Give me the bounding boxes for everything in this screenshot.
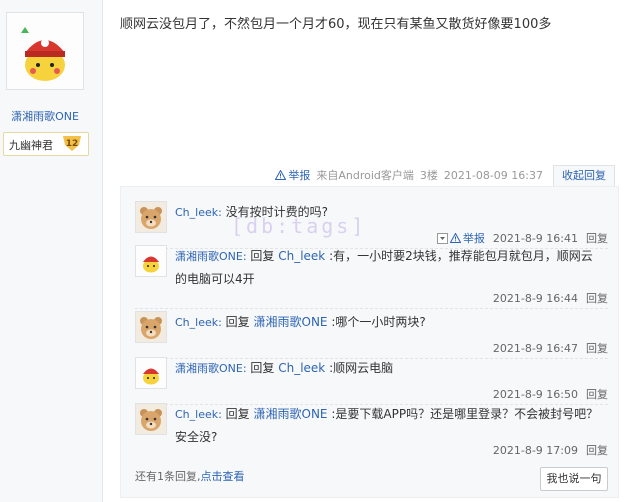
reply-lead: 回复 xyxy=(250,361,275,375)
post-time: 2021-08-09 16:37 xyxy=(443,168,543,182)
view-more-link[interactable]: 点击查看 xyxy=(201,470,245,483)
reply-meta: 2021-8-9 16:47 回复 xyxy=(493,340,608,356)
reply-report-link[interactable]: 举报 xyxy=(436,230,485,246)
reply-time: 2021-8-9 17:09 xyxy=(492,443,578,457)
post-main: 顺网云没包月了，不然包月一个月才60，现在只有某鱼又散货好像要100多 举报 来… xyxy=(103,0,640,502)
reply-body: :顺网云电脑 xyxy=(329,361,394,375)
reply-button[interactable]: 回复 xyxy=(586,386,608,402)
fold-replies-button[interactable]: 收起回复 xyxy=(553,164,615,186)
badge-title: 九幽神君 xyxy=(9,139,53,152)
reply-time: 2021-8-9 16:41 xyxy=(492,231,578,245)
pikachu-avatar-icon xyxy=(136,246,166,276)
reply-compose-button[interactable]: 我也说一句 xyxy=(540,467,608,491)
reply-button[interactable]: 回复 xyxy=(586,340,608,356)
reply-item: 潇湘雨歌ONE: 回复 Ch_leek :有，一小时要2块钱，推荐能包月就包月，… xyxy=(121,245,618,309)
reply-target[interactable]: Ch_leek xyxy=(278,249,325,263)
reply-button[interactable]: 回复 xyxy=(586,230,608,246)
reply-user[interactable]: 潇湘雨歌ONE: xyxy=(175,250,247,263)
reply-lead: 回复 xyxy=(250,249,275,263)
badge-level: 12 xyxy=(66,139,79,149)
reply-time: 2021-8-9 16:47 xyxy=(492,341,578,355)
reply-button[interactable]: 回复 xyxy=(586,442,608,458)
reply-panel: Ch_leek: 没有按时计费的吗? 举报 2021-8-9 16:41 回复 … xyxy=(120,186,619,498)
pikachu-avatar-icon xyxy=(136,358,166,388)
reply-avatar[interactable] xyxy=(135,311,167,343)
reply-meta: 2021-8-9 16:50 回复 xyxy=(493,386,608,402)
reply-user[interactable]: Ch_leek: xyxy=(175,316,222,329)
level-shield-icon: 12 xyxy=(63,136,81,151)
warning-icon xyxy=(275,170,287,180)
reply-lead: 回复 xyxy=(225,315,250,329)
reply-avatar[interactable] xyxy=(135,357,167,389)
reply-text: Ch_leek: 回复 潇湘雨歌ONE :哪个一小时两块? xyxy=(175,311,600,334)
reply-item: Ch_leek: 回复 潇湘雨歌ONE :是要下载APP吗？还是哪里登录？不会被… xyxy=(121,403,618,467)
reply-button[interactable]: 回复 xyxy=(586,290,608,306)
reply-user[interactable]: Ch_leek: xyxy=(175,408,222,421)
author-avatar[interactable] xyxy=(6,12,84,90)
more-replies: 还有1条回复,点击查看 xyxy=(135,468,245,484)
bear-avatar-icon xyxy=(136,404,166,434)
post-content: 顺网云没包月了，不然包月一个月才60，现在只有某鱼又散货好像要100多 xyxy=(120,17,552,32)
reply-avatar[interactable] xyxy=(135,403,167,435)
report-label: 举报 xyxy=(288,169,311,182)
reply-target[interactable]: Ch_leek xyxy=(278,361,325,375)
post-report-link[interactable]: 举报 xyxy=(275,167,310,183)
dropdown-box-icon xyxy=(436,232,448,244)
reply-body: :哪个一小时两块? xyxy=(331,315,426,329)
reply-meta: 2021-8-9 17:09 回复 xyxy=(493,442,608,458)
reply-item: 潇湘雨歌ONE: 回复 Ch_leek :顺网云电脑 2021-8-9 16:5… xyxy=(121,357,618,405)
post-source: 来自Android客户端 xyxy=(316,169,414,182)
reply-user[interactable]: 潇湘雨歌ONE: xyxy=(175,362,247,375)
bear-avatar-icon xyxy=(136,312,166,342)
divider xyxy=(135,308,608,309)
watermark: [db:tags] xyxy=(231,214,367,238)
more-replies-text: 还有1条回复, xyxy=(135,470,201,483)
level-badge[interactable]: 九幽神君 12 xyxy=(3,132,89,156)
bear-avatar-icon xyxy=(136,202,166,232)
reply-user[interactable]: Ch_leek: xyxy=(175,206,222,219)
reply-time: 2021-8-9 16:44 xyxy=(492,291,578,305)
author-name[interactable]: 潇湘雨歌ONE xyxy=(0,108,90,124)
author-sidebar: 潇湘雨歌ONE 九幽神君 12 xyxy=(0,0,103,502)
reply-target[interactable]: 潇湘雨歌ONE xyxy=(254,315,328,329)
reply-item: Ch_leek: 回复 潇湘雨歌ONE :哪个一小时两块? 2021-8-9 1… xyxy=(121,311,618,359)
post-tail: 举报 来自Android客户端 3楼 2021-08-09 16:37 收起回复 xyxy=(275,164,615,186)
reply-avatar[interactable] xyxy=(135,201,167,233)
reply-lead: 回复 xyxy=(225,407,250,421)
reply-avatar[interactable] xyxy=(135,245,167,277)
reply-item: Ch_leek: 没有按时计费的吗? 举报 2021-8-9 16:41 回复 xyxy=(121,201,618,249)
reply-time: 2021-8-9 16:50 xyxy=(492,387,578,401)
reply-text: 潇湘雨歌ONE: 回复 Ch_leek :顺网云电脑 xyxy=(175,357,600,380)
reply-text: 潇湘雨歌ONE: 回复 Ch_leek :有，一小时要2块钱，推荐能包月就包月，… xyxy=(175,245,600,290)
pikachu-avatar-icon xyxy=(7,13,83,89)
warning-icon xyxy=(449,233,461,243)
reply-target[interactable]: 潇湘雨歌ONE xyxy=(254,407,328,421)
reply-meta: 2021-8-9 16:44 回复 xyxy=(493,290,608,306)
reply-report-label: 举报 xyxy=(462,232,485,245)
post-floor: 3楼 xyxy=(419,169,438,182)
reply-meta: 举报 2021-8-9 16:41 回复 xyxy=(436,230,608,246)
